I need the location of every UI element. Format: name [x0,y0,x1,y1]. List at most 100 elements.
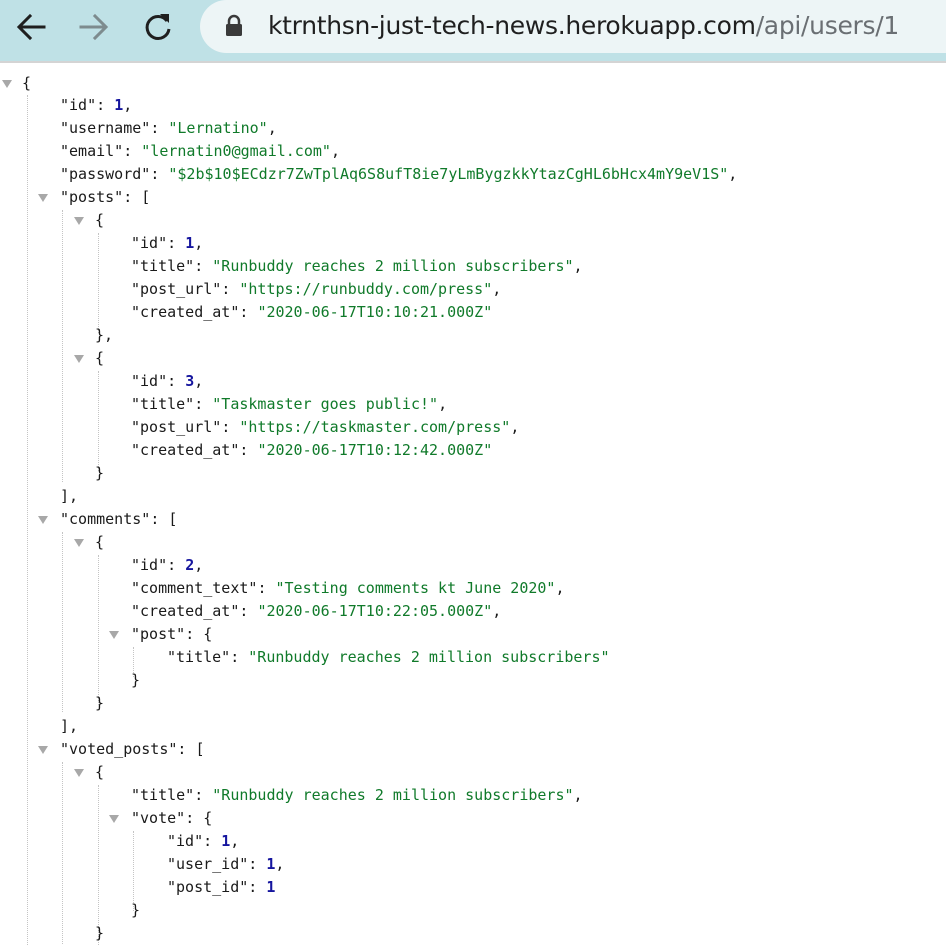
lock-icon[interactable] [224,14,244,38]
json-key: "created_at" [131,441,240,459]
json-key: "voted_posts" [60,740,178,758]
json-key: "title" [167,648,231,666]
json-line-posts: "posts": [ [60,188,151,206]
indent-guide [62,532,63,712]
json-line-voted-title: "title": "Runbuddy reaches 2 million sub… [131,786,583,804]
json-value-email: "lernatin0@gmail.com" [141,142,331,160]
json-line-comments: "comments": [ [60,510,178,528]
json-key: "id" [167,832,204,850]
json-key: "created_at" [131,303,240,321]
forward-button[interactable] [74,10,114,44]
json-key: "password" [60,165,151,183]
json-line-email: "email": "lernatin0@gmail.com", [60,142,340,160]
json-key: "title" [131,257,195,275]
json-value-post-title: "Taskmaster goes public!" [212,395,439,413]
json-open-brace: { [22,74,32,92]
json-viewer: { "id": 1, "username": "Lernatino", "ema… [0,63,946,945]
json-value-post-title: "Runbuddy reaches 2 million subscribers" [212,257,574,275]
reload-button[interactable] [138,10,178,44]
url-text[interactable]: ktrnthsn-just-tech-news.herokuapp.com/ap… [268,11,899,41]
json-key: "comment_text" [131,579,258,597]
json-close-brace: } [95,924,105,942]
json-key: "created_at" [131,602,240,620]
indent-guide [98,555,99,705]
collapse-toggle-comment-post[interactable] [109,631,119,639]
json-value-username: "Lernatino" [168,119,268,137]
json-line-username: "username": "Lernatino", [60,119,277,137]
json-line-vote: "vote": { [131,809,213,827]
json-key: "vote" [131,809,186,827]
json-close-brace: } [131,901,141,919]
json-line-vote-post-id: "post_id": 1 [167,878,276,896]
json-value-id: 1 [114,96,124,114]
json-key: "id" [131,234,168,252]
json-key: "user_id" [167,855,249,873]
collapse-toggle-voted-post-1[interactable] [74,769,84,777]
json-key: "title" [131,786,195,804]
json-line-vote-user-id: "user_id": 1, [167,855,285,873]
json-line-comment-post-title: "title": "Runbuddy reaches 2 million sub… [167,648,610,666]
collapse-toggle-comment-1[interactable] [74,539,84,547]
browser-toolbar: ktrnthsn-just-tech-news.herokuapp.com/ap… [0,0,946,61]
json-open-brace: { [95,533,105,551]
json-line-post-id: "id": 3, [131,372,204,390]
indent-guide [98,371,99,471]
json-value-post-url: "https://runbuddy.com/press" [239,280,493,298]
arrow-right-icon [79,13,109,41]
collapse-toggle-post-1[interactable] [74,217,84,225]
json-value-comment-created: "2020-06-17T10:22:05.000Z" [257,602,493,620]
json-key: "posts" [60,188,124,206]
json-value-password: "$2b$10$ECdzr7ZwTplAq6S8ufT8ie7yLmBygzkk… [168,165,729,183]
json-close-bracket: ], [60,487,79,505]
json-value-vote-id: 1 [221,832,231,850]
indent-guide [98,233,99,333]
indent-guide [98,785,99,945]
json-value-post-created: "2020-06-17T10:10:21.000Z" [257,303,493,321]
json-open-brace: { [95,349,105,367]
json-key: "email" [60,142,124,160]
indent-guide [62,210,63,482]
indent-guide [62,762,63,945]
json-close-bracket: ], [60,717,79,735]
json-line-comment-text: "comment_text": "Testing comments kt Jun… [131,579,565,597]
json-line-post-title: "title": "Runbuddy reaches 2 million sub… [131,257,583,275]
indent-guide [27,95,28,945]
arrow-left-icon [16,13,46,41]
json-close-brace: } [95,694,105,712]
json-key: "title" [131,395,195,413]
json-close-brace: }, [95,326,114,344]
json-line-post-url: "post_url": "https://runbuddy.com/press"… [131,280,502,298]
json-value-voted-title: "Runbuddy reaches 2 million subscribers" [212,786,574,804]
collapse-toggle-root[interactable] [2,80,12,88]
json-line-comment-id: "id": 2, [131,556,204,574]
url-path: /api/users/1 [755,11,900,40]
json-value-post-id: 1 [185,234,195,252]
json-line-post-id: "id": 1, [131,234,204,252]
json-close-brace: } [95,464,105,482]
json-line-post-created: "created_at": "2020-06-17T10:10:21.000Z" [131,303,493,321]
json-line-post-created: "created_at": "2020-06-17T10:12:42.000Z" [131,441,493,459]
json-value-comment-text: "Testing comments kt June 2020" [275,579,556,597]
json-value-comment-post-title: "Runbuddy reaches 2 million subscribers" [248,648,610,666]
json-key: "post_url" [131,280,222,298]
collapse-toggle-post-2[interactable] [74,355,84,363]
json-value-post-created: "2020-06-17T10:12:42.000Z" [257,441,493,459]
json-value-comment-id: 2 [185,556,195,574]
json-line-password: "password": "$2b$10$ECdzr7ZwTplAq6S8ufT8… [60,165,738,183]
json-key: "post_id" [167,878,249,896]
collapse-toggle-voted-posts[interactable] [38,746,48,754]
json-line-comment-created: "created_at": "2020-06-17T10:22:05.000Z"… [131,602,502,620]
collapse-toggle-posts[interactable] [38,194,48,202]
json-line-id: "id": 1, [60,96,133,114]
collapse-toggle-comments[interactable] [38,516,48,524]
address-bar[interactable]: ktrnthsn-just-tech-news.herokuapp.com/ap… [200,0,946,53]
json-close-brace: } [131,671,141,689]
json-line-post-title: "title": "Taskmaster goes public!", [131,395,448,413]
json-value-vote-post-id: 1 [266,878,276,896]
collapse-toggle-vote[interactable] [109,815,119,823]
back-button[interactable] [12,10,52,44]
json-value-post-id: 3 [185,372,195,390]
reload-icon [145,14,171,40]
json-key: "id" [131,556,168,574]
json-line-comment-post: "post": { [131,625,213,643]
